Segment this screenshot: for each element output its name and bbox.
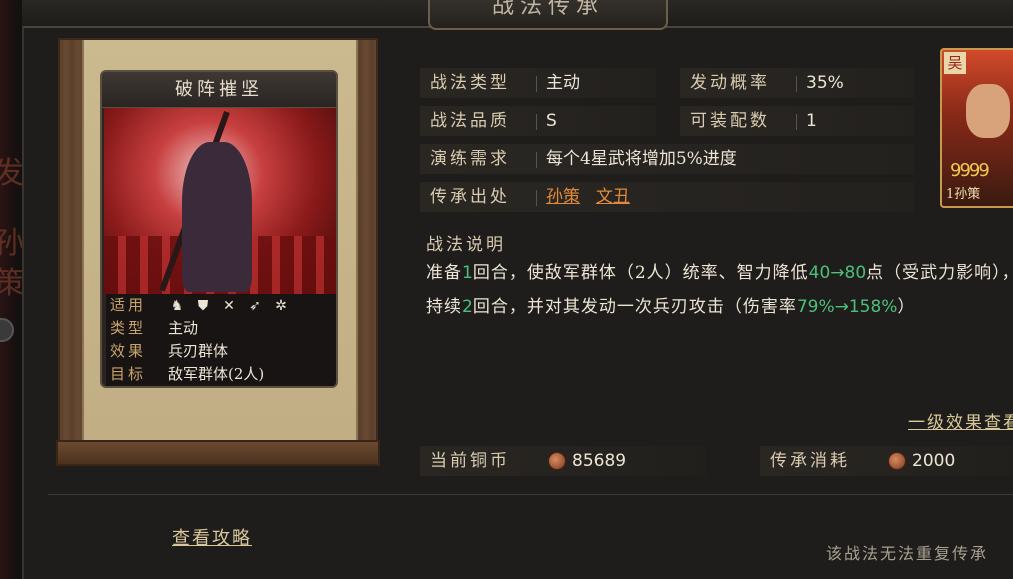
- attr-value: 1: [806, 111, 817, 131]
- attr-trigger-rate: 发动概率 35%: [680, 68, 914, 98]
- inherit-cost-row: 传承消耗 2000: [760, 446, 1013, 476]
- attr-value: S: [546, 111, 557, 131]
- attr-skill-type: 战法类型 主动: [420, 68, 656, 98]
- attr-value: 每个4星武将增加5%进度: [546, 149, 737, 169]
- coins-value: 85689: [572, 451, 627, 471]
- current-coins-row: 当前铜币 85689: [420, 446, 706, 476]
- skill-artwork: [104, 108, 336, 294]
- attr-label: 可装配数: [690, 111, 770, 131]
- desc-text: 准备: [426, 263, 462, 283]
- attr-practice-req: 演练需求 每个4星武将增加5%进度: [420, 144, 914, 174]
- general-name: 1孙策: [946, 187, 981, 202]
- description-title: 战法说明: [426, 235, 506, 255]
- attr-separator: [796, 76, 797, 92]
- info-row-applicable: 适用 ♞ ⛊ ✕ ➶ ✲: [106, 294, 336, 317]
- edge-glyph: 孙: [0, 226, 24, 261]
- attr-label: 演练需求: [430, 149, 510, 169]
- info-row-target: 目标 敌军群体(2人): [106, 363, 336, 386]
- troop-type-icons: ♞ ⛊ ✕ ➶ ✲: [168, 297, 290, 315]
- effect-detail-link[interactable]: 一级效果查看: [908, 408, 1013, 433]
- desc-number: 79%→158%: [796, 297, 898, 317]
- attr-separator: [536, 190, 537, 206]
- desc-number: 1: [462, 263, 473, 283]
- source-link-wenchou[interactable]: 文丑: [596, 187, 630, 207]
- background-edge: 发 孙 策: [0, 0, 24, 579]
- attr-value: 主动: [546, 73, 580, 93]
- info-value: 主动: [168, 319, 199, 337]
- skill-card[interactable]: 破阵摧坚 适用 ♞ ⛊ ✕ ➶ ✲ 类型 主动 效果 兵刃群体 目标 敌军群体(…: [100, 70, 338, 388]
- attr-separator: [536, 76, 537, 92]
- star-rating: 9999: [950, 160, 990, 181]
- info-value: 兵刃群体: [168, 342, 229, 360]
- attr-label: 发动概率: [690, 73, 770, 93]
- desc-text: 回合，并对其发动一次兵刃攻击（伤害率: [472, 297, 797, 317]
- siege-wheel-icon: ✲: [275, 298, 287, 314]
- info-row-type: 类型 主动: [106, 317, 336, 340]
- desc-number: 2: [462, 297, 473, 317]
- info-row-effect: 效果 兵刃群体: [106, 340, 336, 363]
- info-label: 目标: [110, 365, 147, 383]
- scroll-rod: [56, 440, 380, 466]
- cost-label: 传承消耗: [770, 451, 850, 471]
- info-label: 类型: [110, 319, 147, 337]
- attr-equip-count: 可装配数 1: [680, 106, 914, 136]
- skill-name: 破阵摧坚: [102, 72, 336, 108]
- side-toggle-knob[interactable]: [0, 318, 14, 342]
- info-label: 效果: [110, 342, 147, 360]
- attr-quality: 战法品质 S: [420, 106, 656, 136]
- copper-coin-icon: [888, 452, 906, 470]
- window-title: 战法传承: [428, 0, 668, 30]
- attr-source: 传承出处 孙策 文丑: [420, 182, 914, 212]
- attr-label: 战法品质: [430, 111, 510, 131]
- attr-label: 传承出处: [430, 187, 510, 207]
- desc-text: ）: [897, 297, 916, 317]
- info-value: 敌军群体(2人): [168, 365, 265, 383]
- description-body: 准备1回合，使敌军群体（2人）统率、智力降低40→80点（受武力影响），持续2回…: [426, 256, 1013, 324]
- attr-separator: [536, 152, 537, 168]
- edge-glyph: 发: [0, 156, 24, 191]
- view-guide-link[interactable]: 查看攻略: [172, 524, 252, 550]
- cost-value: 2000: [912, 451, 956, 471]
- general-portrait[interactable]: 吴 9999 1孙策: [940, 48, 1013, 208]
- attr-label: 战法类型: [430, 73, 510, 93]
- portrait-face: [966, 84, 1010, 138]
- attr-separator: [536, 114, 537, 130]
- bow-icon: ✕: [223, 298, 235, 314]
- info-label: 适用: [110, 296, 147, 314]
- coins-label: 当前铜币: [430, 451, 510, 471]
- skill-info: 适用 ♞ ⛊ ✕ ➶ ✲ 类型 主动 效果 兵刃群体 目标 敌军群体(2人): [106, 294, 336, 386]
- shield-icon: ⛊: [197, 298, 209, 314]
- attr-separator: [796, 114, 797, 130]
- source-link-sunce[interactable]: 孙策: [546, 187, 580, 207]
- faction-badge: 吴: [944, 52, 966, 74]
- source-links: 孙策 文丑: [546, 182, 646, 212]
- copper-coin-icon: [548, 452, 566, 470]
- edge-glyph: 策: [0, 266, 24, 301]
- art-warrior: [182, 142, 252, 292]
- attr-value: 35%: [806, 73, 844, 93]
- spear-icon: ➶: [249, 298, 261, 314]
- desc-number: 40→80: [808, 263, 867, 283]
- cavalry-icon: ♞: [170, 298, 184, 314]
- inherit-note: 该战法无法重复传承: [826, 544, 989, 563]
- desc-text: 回合，使敌军群体（2人）统率、智力降低: [472, 263, 809, 283]
- section-divider: [48, 494, 1013, 495]
